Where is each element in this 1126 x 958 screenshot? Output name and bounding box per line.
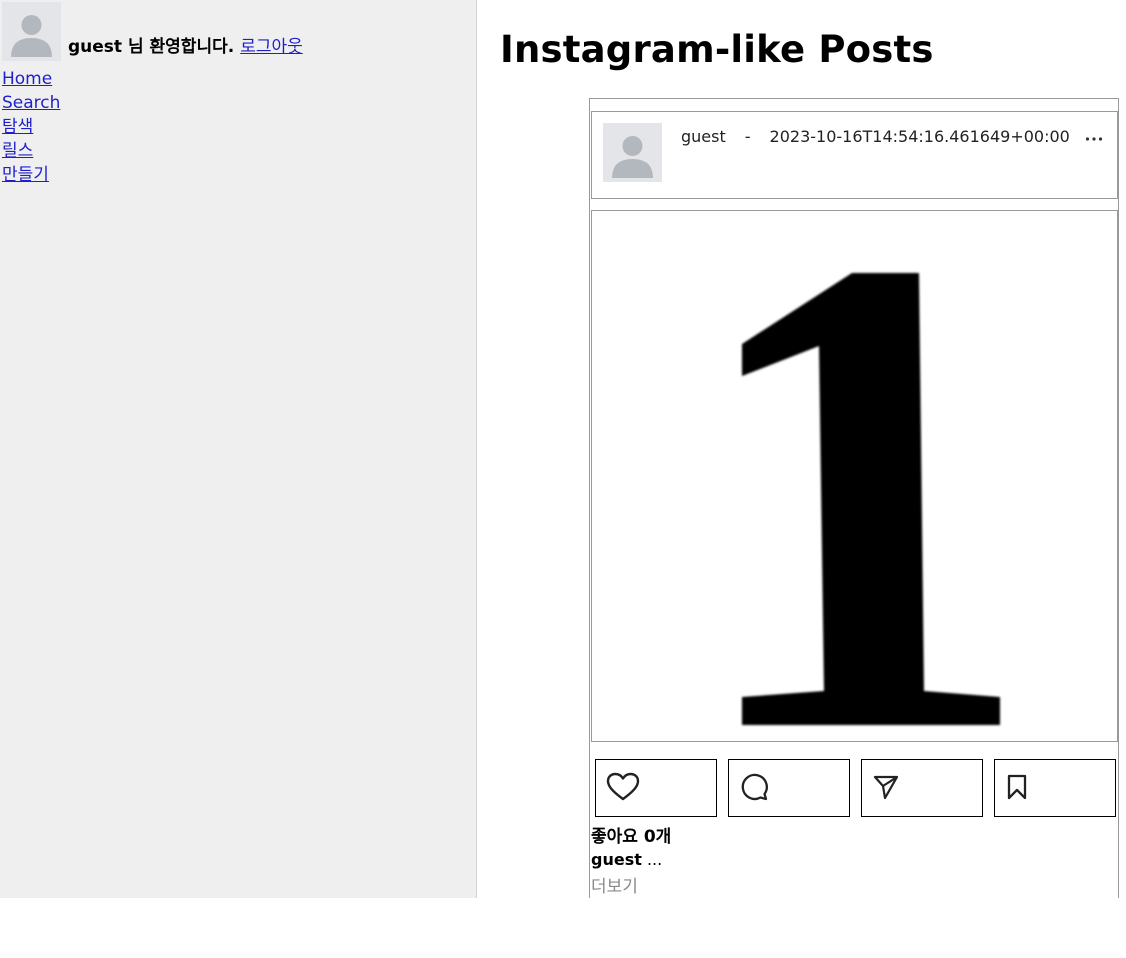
sidebar: guest 님 환영합니다. 로그아웃 Home Search 탐색 릴스 만들… [0,0,477,898]
likes-count: 좋아요 0개 [591,827,672,847]
nav-search-link[interactable]: Search [2,91,60,115]
user-greeting: guest 님 환영합니다. 로그아웃 [2,2,303,61]
like-button[interactable] [595,759,717,817]
post-author[interactable]: guest [681,127,726,146]
post-image[interactable]: 1 [591,210,1118,742]
meta-separator: - [744,127,751,146]
heart-icon [606,772,640,805]
comment-icon [739,772,769,805]
bookmark-icon [1005,773,1029,804]
nav-explore-link[interactable]: 탐색 [2,115,60,139]
more-button[interactable]: 더보기 [591,872,638,897]
post-header: guest -2023-10-16T14:54:16.461649+00:00 [591,111,1118,199]
page-title: Instagram-like Posts [500,28,934,71]
caption-username[interactable]: guest [591,850,642,869]
post-caption: guest ... [591,850,662,869]
numeral-one-graphic [742,273,1000,725]
sidebar-nav: Home Search 탐색 릴스 만들기 [2,67,60,187]
default-user-avatar-icon [2,2,61,61]
comment-button[interactable] [728,759,850,817]
nav-home-link[interactable]: Home [2,67,60,91]
caption-text: ... [646,850,663,869]
post-timestamp: 2023-10-16T14:54:16.461649+00:00 [769,127,1070,146]
save-button[interactable] [994,759,1116,817]
welcome-text: guest 님 환영합니다. [68,32,234,57]
send-icon [872,773,900,804]
welcome-suffix: 님 환영합니다. [127,37,235,57]
more-horizontal-icon[interactable] [1085,127,1103,147]
nav-create-link[interactable]: 만들기 [2,163,60,187]
welcome-username: guest [68,37,123,57]
app-root: guest 님 환영합니다. 로그아웃 Home Search 탐색 릴스 만들… [0,0,1126,958]
post-card: guest-2023-10-16T14:54:16.461649+00:00 [589,98,1119,898]
post-avatar-icon[interactable] [603,123,662,182]
share-button[interactable] [861,759,983,817]
logout-link[interactable]: 로그아웃 [240,32,303,57]
nav-reels-link[interactable]: 릴스 [2,139,60,163]
post-meta: guest -2023-10-16T14:54:16.461649+00:00 [681,127,1070,146]
post-actions [595,759,1116,817]
